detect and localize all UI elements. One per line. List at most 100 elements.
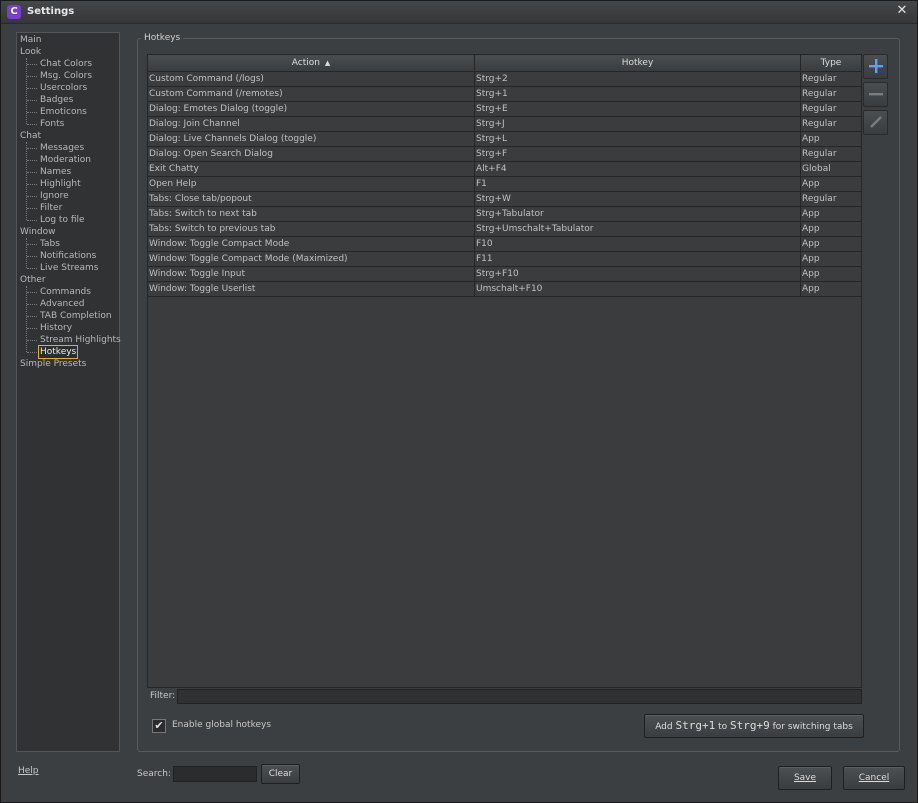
tree-connector-line — [27, 76, 37, 77]
column-header-hotkey[interactable]: Hotkey — [475, 55, 801, 72]
enable-global-hotkeys-label: Enable global hotkeys — [172, 720, 272, 730]
tree-connector-line — [27, 220, 37, 221]
nav-item-messages[interactable]: Messages — [40, 142, 84, 154]
nav-item-highlight[interactable]: Highlight — [40, 178, 81, 190]
nav-item-filter[interactable]: Filter — [40, 202, 62, 214]
nav-item-main[interactable]: Main — [20, 34, 42, 46]
add-tabs-key1: Strg+1 — [675, 719, 716, 732]
nav-item-simple-presets[interactable]: Simple Presets — [20, 358, 86, 370]
nav-item-usercolors[interactable]: Usercolors — [40, 82, 87, 94]
type-cell: App — [801, 237, 861, 252]
table-row[interactable]: Dialog: Open Search Dialog Strg+F Regular — [148, 147, 861, 162]
type-cell: Regular — [801, 102, 861, 117]
tree-connector-line — [27, 352, 37, 353]
nav-item-advanced[interactable]: Advanced — [40, 298, 84, 310]
tree-connector-line — [27, 340, 37, 341]
cancel-button[interactable]: Cancel — [843, 766, 905, 790]
table-row[interactable]: Custom Command (/logs) Strg+2 Regular — [148, 72, 861, 87]
action-cell: Tabs: Switch to previous tab — [148, 222, 475, 237]
type-cell: Regular — [801, 117, 861, 132]
nav-item-chat-colors[interactable]: Chat Colors — [40, 58, 92, 70]
column-header-type[interactable]: Type — [801, 55, 861, 72]
add-tabs-key2: Strg+9 — [730, 719, 770, 732]
hotkey-cell: Alt+F4 — [475, 162, 801, 177]
table-row[interactable]: Window: Toggle Compact Mode F10 App — [148, 237, 861, 252]
window-title: Settings — [27, 6, 75, 17]
enable-global-hotkeys-checkbox[interactable]: ✔ — [152, 719, 166, 733]
table-row[interactable]: Tabs: Switch to next tab Strg+Tabulator Ap… — [148, 207, 861, 222]
table-row[interactable]: Window: Toggle Input Strg+F10 App — [148, 267, 861, 282]
nav-item-look[interactable]: Look — [20, 46, 41, 58]
add-tabs-mid: to — [715, 722, 730, 732]
hotkey-cell: Strg+1 — [475, 87, 801, 102]
type-cell: App — [801, 207, 861, 222]
nav-item-chat[interactable]: Chat — [20, 130, 41, 142]
add-hotkey-button[interactable] — [863, 54, 888, 79]
hotkey-cell: F11 — [475, 252, 801, 267]
table-row[interactable]: Open Help F1 App — [148, 177, 861, 192]
hotkeys-table: Action ▲ Hotkey Type Custom Command (/lo… — [147, 54, 862, 688]
action-cell: Exit Chatty — [148, 162, 475, 177]
tree-connector-line — [26, 238, 27, 268]
action-cell: Dialog: Join Channel — [148, 117, 475, 132]
nav-item-ignore[interactable]: Ignore — [40, 190, 69, 202]
type-cell: App — [801, 282, 861, 297]
table-row[interactable]: Window: Toggle Compact Mode (Maximized) F… — [148, 252, 861, 267]
nav-item-window[interactable]: Window — [20, 226, 56, 238]
action-cell: Window: Toggle Input — [148, 267, 475, 282]
nav-item-notifications[interactable]: Notifications — [40, 250, 96, 262]
tree-connector-line — [27, 304, 37, 305]
nav-item-commands[interactable]: Commands — [40, 286, 91, 298]
nav-item-emoticons[interactable]: Emoticons — [40, 106, 87, 118]
tree-connector-line — [27, 184, 37, 185]
tree-connector-line — [27, 328, 37, 329]
nav-item-hotkeys[interactable]: Hotkeys — [38, 345, 79, 359]
table-row[interactable]: Dialog: Join Channel Strg+J Regular — [148, 117, 861, 132]
nav-item-log-to-file[interactable]: Log to file — [40, 214, 85, 226]
nav-item-live-streams[interactable]: Live Streams — [40, 262, 99, 274]
search-input[interactable] — [173, 766, 257, 782]
nav-item-msg-colors[interactable]: Msg. Colors — [40, 70, 92, 82]
action-cell: Tabs: Close tab/popout — [148, 192, 475, 207]
table-row[interactable]: Exit Chatty Alt+F4 Global — [148, 162, 861, 177]
add-tabs-prefix: Add — [655, 722, 676, 732]
table-row[interactable]: Window: Toggle Userlist Umschalt+F10 App — [148, 282, 861, 297]
minus-icon — [868, 92, 883, 95]
type-cell: Regular — [801, 72, 861, 87]
filter-input[interactable] — [177, 689, 862, 704]
search-label: Search: — [137, 769, 171, 779]
chatty-logo-icon: C — [7, 5, 21, 19]
column-header-action[interactable]: Action ▲ — [148, 55, 475, 72]
hotkey-cell: Strg+J — [475, 117, 801, 132]
table-row[interactable]: Tabs: Switch to previous tab Strg+Umschal… — [148, 222, 861, 237]
edit-hotkey-button[interactable] — [863, 110, 888, 135]
nav-item-names[interactable]: Names — [40, 166, 71, 178]
save-button[interactable]: Save — [778, 766, 832, 790]
table-row[interactable]: Dialog: Live Channels Dialog (toggle) Str… — [148, 132, 861, 147]
add-tab-switch-hotkeys-button[interactable]: Add Strg+1 to Strg+9 for switching tabs — [644, 714, 864, 738]
tree-connector-line — [27, 292, 37, 293]
help-link[interactable]: Help — [18, 766, 39, 776]
action-cell: Window: Toggle Compact Mode — [148, 237, 475, 252]
tree-connector-line — [27, 64, 37, 65]
nav-item-tab-completion[interactable]: TAB Completion — [40, 310, 112, 322]
table-row[interactable]: Dialog: Emotes Dialog (toggle) Strg+E Regu… — [148, 102, 861, 117]
nav-item-fonts[interactable]: Fonts — [40, 118, 64, 130]
table-row[interactable]: Custom Command (/remotes) Strg+1 Regular — [148, 87, 861, 102]
remove-hotkey-button[interactable] — [863, 82, 888, 107]
close-icon[interactable]: ✕ — [895, 4, 909, 18]
nav-item-moderation[interactable]: Moderation — [40, 154, 91, 166]
tree-connector-line — [27, 100, 37, 101]
hotkey-cell: Strg+Tabulator — [475, 207, 801, 222]
tree-connector-line — [26, 58, 27, 124]
nav-item-history[interactable]: History — [40, 322, 72, 334]
hotkey-cell: F10 — [475, 237, 801, 252]
nav-item-other[interactable]: Other — [20, 274, 46, 286]
nav-item-tabs[interactable]: Tabs — [40, 238, 60, 250]
action-cell: Tabs: Switch to next tab — [148, 207, 475, 222]
table-row[interactable]: Tabs: Close tab/popout Strg+W Regular — [148, 192, 861, 207]
tree-connector-line — [27, 208, 37, 209]
clear-button[interactable]: Clear — [261, 764, 300, 784]
action-cell: Custom Command (/remotes) — [148, 87, 475, 102]
nav-item-badges[interactable]: Badges — [40, 94, 73, 106]
